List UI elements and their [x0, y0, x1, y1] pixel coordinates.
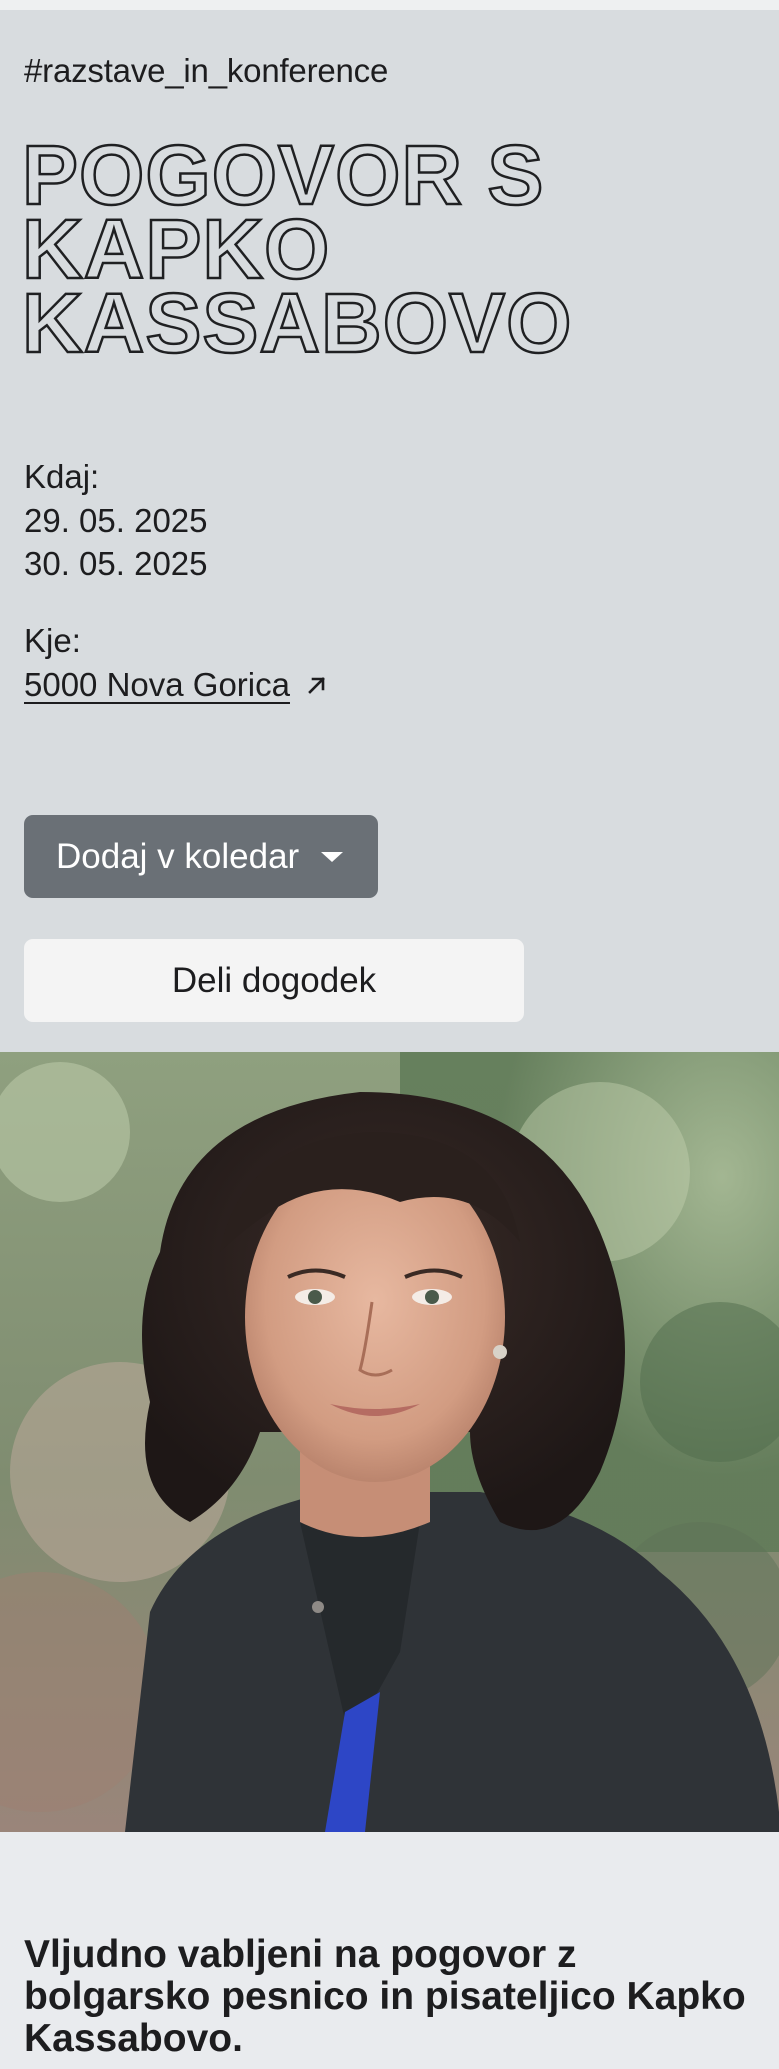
title-line: POGOVOR S	[21, 128, 545, 222]
caret-down-icon	[321, 851, 344, 862]
speaker-photo	[0, 1052, 779, 1832]
arrow-up-right-icon	[308, 677, 325, 694]
share-event-button[interactable]: Deli dogodek	[24, 939, 524, 1022]
add-to-calendar-label: Dodaj v koledar	[56, 836, 300, 876]
portrait-image	[0, 1052, 779, 1832]
event-date-end: 30. 05. 2025	[24, 545, 208, 582]
top-strip	[0, 0, 779, 10]
where-label: Kje:	[24, 622, 81, 659]
title-line: KASSABOVO	[21, 276, 573, 370]
location-text: 5000 Nova Gorica	[24, 666, 290, 703]
page-title: POGOVOR S KAPKO KASSABOVO	[21, 128, 762, 370]
event-intro: Vljudno vabljeni na pogovor z bolgarsko …	[24, 1933, 746, 2060]
event-date-start: 29. 05. 2025	[24, 502, 208, 539]
title-line: KAPKO	[21, 202, 331, 296]
share-event-label: Deli dogodek	[171, 960, 377, 1000]
category-tag[interactable]: #razstave_in_konference	[24, 52, 388, 90]
location-link[interactable]: 5000 Nova Gorica	[24, 666, 330, 704]
when-label: Kdaj:	[24, 458, 100, 495]
add-to-calendar-button[interactable]: Dodaj v koledar	[24, 815, 378, 898]
event-header: #razstave_in_konference POGOVOR S KAPKO …	[0, 10, 779, 1052]
